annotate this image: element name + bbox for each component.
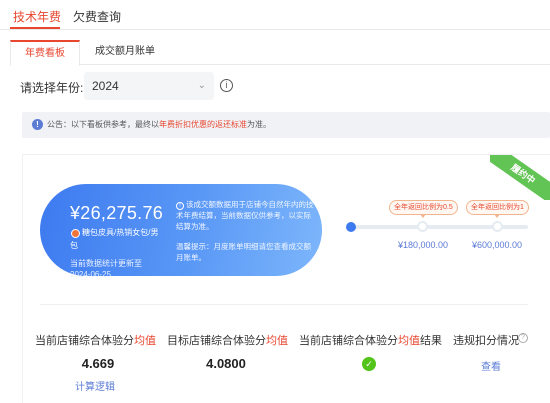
sub-tab-bar: 年费看板 成交额月账单: [10, 40, 550, 66]
violation-label: 违规扣分情况: [453, 335, 519, 347]
progress-current-marker: [346, 222, 356, 232]
tab-arrears-query[interactable]: 欠费查询: [73, 8, 121, 25]
notice-suffix: 为准。: [247, 120, 271, 129]
milestone-marker-1: [417, 221, 428, 232]
target-score-avg-label: 目标店铺综合体验分均值: [167, 332, 288, 348]
tab-annual-fee-dashboard[interactable]: 年费看板: [10, 40, 80, 66]
turnover-amount: ¥26,275.76: [70, 203, 164, 223]
check-icon: ✓: [362, 357, 376, 371]
violation-view-link[interactable]: 查看: [481, 358, 501, 373]
milestone-tip-1: 全年返回比例为0.5: [389, 200, 458, 218]
target-score-label-highlight: 均值: [266, 335, 288, 347]
year-select-value: 2024: [92, 79, 119, 93]
status-ribbon-label: 履约中: [490, 155, 550, 200]
status-ribbon: 履约中: [490, 155, 550, 200]
tab-monthly-bill[interactable]: 成交额月账单: [80, 40, 170, 65]
score-result-label-highlight: 均值: [398, 335, 420, 347]
notice-bar: ! 公告：以下看板供参考，最终以年费折扣优惠的返还标准为准。: [22, 112, 550, 138]
current-score-avg-label: 当前店铺综合体验分均值: [35, 332, 156, 348]
divider: [40, 304, 528, 305]
notice-highlight: 年费折扣优惠的返还标准: [159, 120, 247, 129]
active-tab-indicator: [10, 27, 60, 29]
package-icon: [71, 229, 80, 238]
card-note: ! 该成交额数据用于店铺今自然年内的技术年费结算，当前数据仅供参考，以实际结算为准…: [176, 199, 318, 232]
update-date: 当前数据统计更新至 2024-06-25: [70, 258, 160, 280]
milestone-amount-1: ¥180,000.00: [398, 240, 449, 250]
target-score-avg-value: 4.0800: [206, 356, 246, 371]
question-icon[interactable]: ?: [518, 333, 528, 343]
update-date-label: 当前数据统计更新至: [70, 259, 142, 268]
notice-prefix: 公告：以下看板供参考，最终以: [47, 120, 159, 129]
card-tip: 温馨提示：月度账单明细请您查看成交额月账单。: [176, 242, 311, 262]
year-select[interactable]: 2024 ⌄: [84, 72, 214, 100]
score-result-label-suffix: 结果: [420, 335, 442, 347]
year-select-label: 请选择年份:: [20, 81, 84, 95]
info-icon[interactable]: i: [220, 79, 233, 92]
milestone-marker-2: [492, 221, 503, 232]
score-result-label-text: 当前店铺综合体验分: [299, 335, 398, 347]
chevron-down-icon: ⌄: [197, 80, 206, 91]
package-name-line1: 糖包皮具/热销女包/男: [82, 228, 159, 237]
score-result-label: 当前店铺综合体验分均值结果: [299, 332, 442, 348]
calc-logic-link[interactable]: 计算逻辑: [75, 378, 115, 393]
top-tab-bar: 技术年费 欠费查询: [0, 0, 550, 30]
package-name-line2: 包: [70, 241, 78, 250]
current-score-label-highlight: 均值: [134, 335, 156, 347]
current-score-label-text: 当前店铺综合体验分: [35, 335, 134, 347]
current-score-avg-value: 4.669: [81, 356, 115, 371]
info-circle-icon: !: [176, 202, 184, 210]
tab-tech-annual-fee[interactable]: 技术年费: [13, 8, 61, 25]
card-note-text: 该成交额数据用于店铺今自然年内的技术年费结算，当前数据仅供参考，以实际结算为准。: [176, 200, 314, 231]
notice-icon: !: [32, 119, 43, 130]
milestone-tip-2: 全年返回比例为1: [466, 200, 529, 218]
target-score-label-text: 目标店铺综合体验分: [167, 335, 266, 347]
milestone-amount-2: ¥600,000.00: [472, 240, 523, 250]
update-date-value: 2024-06-25: [70, 270, 111, 279]
